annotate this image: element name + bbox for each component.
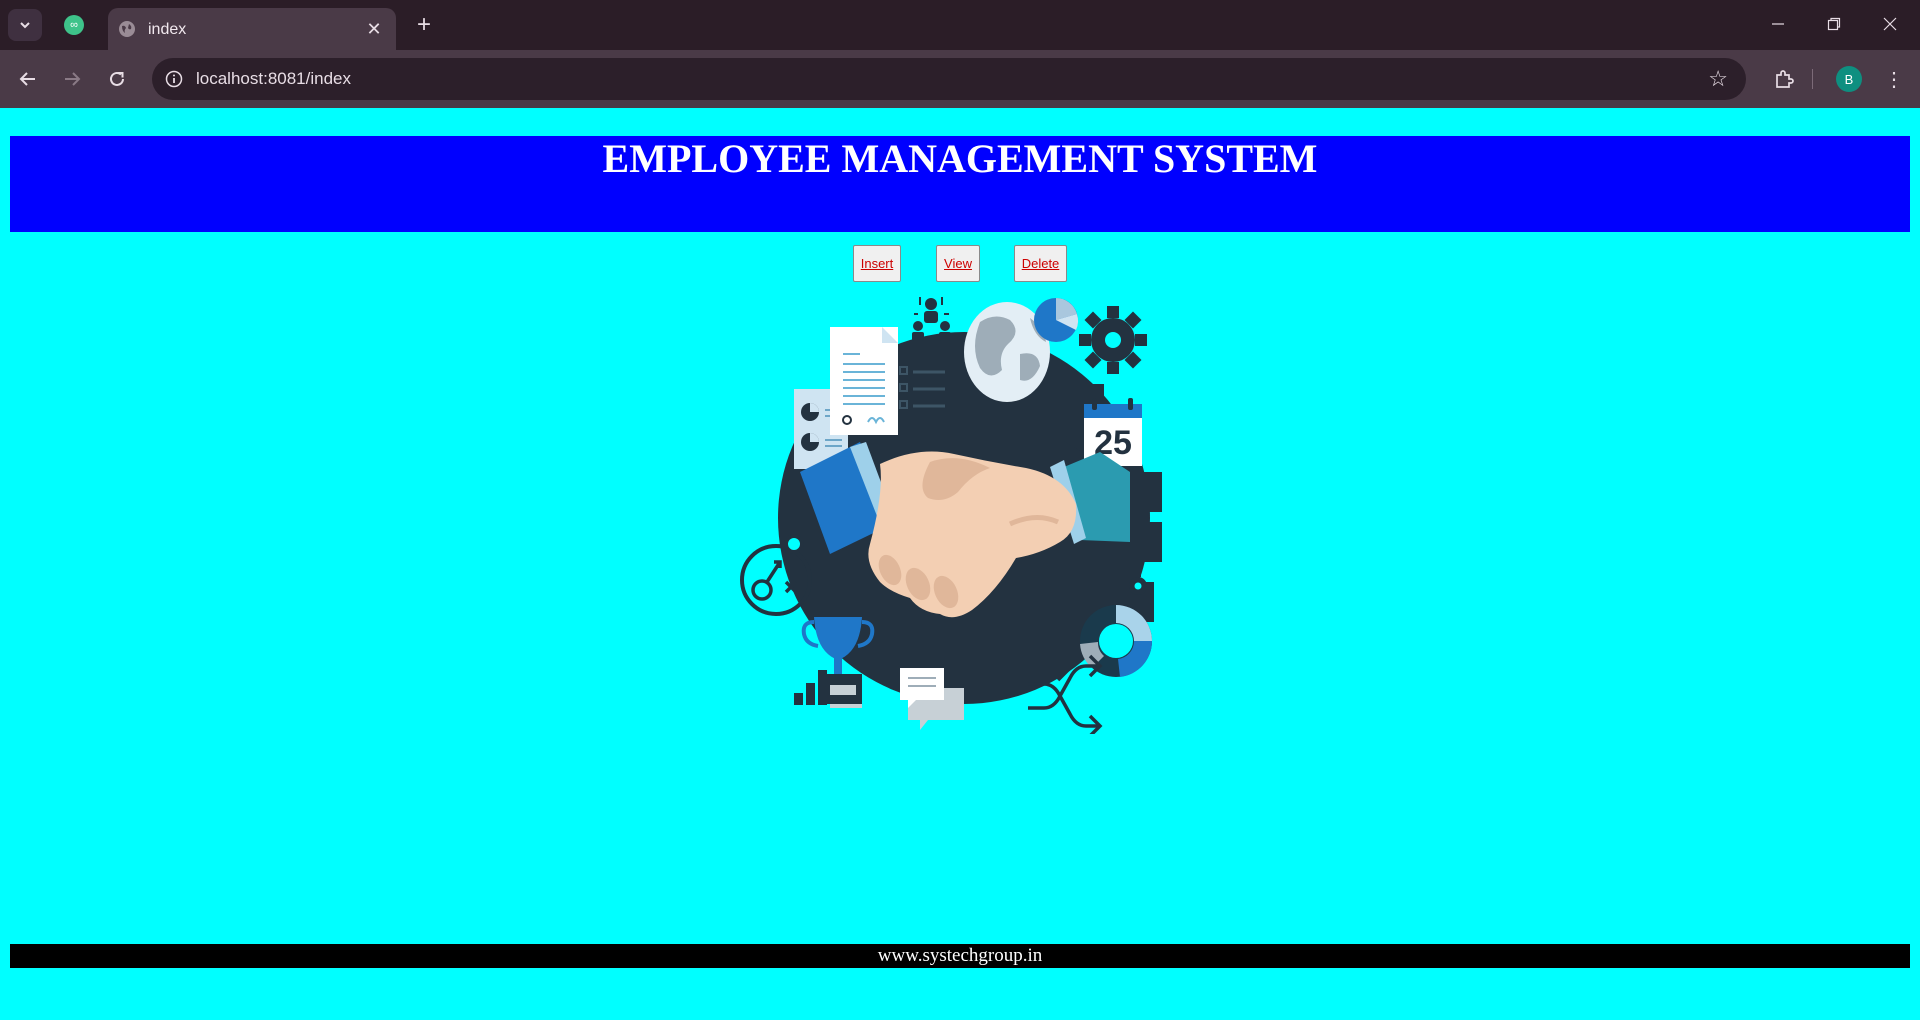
new-tab-button[interactable]: + (410, 11, 438, 39)
app-shortcut-icon[interactable]: ∞ (64, 15, 84, 35)
browser-toolbar: localhost:8081/index ☆ B ⋮ (0, 50, 1920, 108)
pie-chart-icon (1034, 298, 1079, 342)
reload-icon (110, 71, 124, 86)
page-title: EMPLOYEE MANAGEMENT SYSTEM (602, 136, 1318, 181)
delete-link[interactable]: Delete (1022, 256, 1060, 271)
extensions-puzzle-icon[interactable] (1768, 63, 1800, 95)
minimize-button[interactable] (1750, 0, 1806, 48)
view-button[interactable]: View (936, 245, 980, 282)
chevron-down-icon (20, 22, 30, 29)
close-icon (1883, 17, 1897, 31)
view-link[interactable]: View (944, 256, 972, 271)
browser-tab-active[interactable]: index ✕ (108, 8, 396, 50)
profile-avatar[interactable]: B (1836, 66, 1862, 92)
browser-menu-icon[interactable]: ⋮ (1878, 63, 1910, 95)
page-header: EMPLOYEE MANAGEMENT SYSTEM (10, 136, 1910, 232)
delete-button[interactable]: Delete (1014, 245, 1067, 282)
tab-search-button[interactable] (8, 9, 42, 41)
insert-link[interactable]: Insert (861, 256, 894, 271)
arrow-right-icon (65, 72, 81, 86)
toolbar-divider (1812, 69, 1813, 89)
minimize-icon (1772, 23, 1784, 25)
tab-title: index (148, 21, 187, 38)
settings-gear-icon (1079, 306, 1147, 374)
site-info-icon[interactable] (162, 67, 186, 91)
restore-icon (1827, 17, 1841, 31)
tab-close-icon[interactable]: ✕ (362, 17, 386, 41)
insert-button[interactable]: Insert (853, 245, 901, 282)
business-handshake-illustration: 25 (740, 297, 1162, 734)
browser-tab-bar: ∞ index ✕ + (0, 0, 1920, 50)
restore-button[interactable] (1806, 0, 1862, 48)
footer-text: www.systechgroup.in (877, 945, 1043, 966)
close-window-button[interactable] (1862, 0, 1918, 48)
team-icon (912, 297, 951, 341)
page-footer: www.systechgroup.in (10, 944, 1910, 968)
bookmark-star-icon[interactable]: ☆ (1708, 66, 1728, 92)
forward-button[interactable] (56, 63, 88, 95)
url-text[interactable]: localhost:8081/index (196, 69, 351, 89)
arrow-left-icon (19, 72, 35, 86)
back-button[interactable] (12, 63, 44, 95)
globe-icon (119, 21, 135, 37)
address-bar[interactable]: localhost:8081/index ☆ (152, 58, 1746, 100)
reload-button[interactable] (101, 63, 133, 95)
